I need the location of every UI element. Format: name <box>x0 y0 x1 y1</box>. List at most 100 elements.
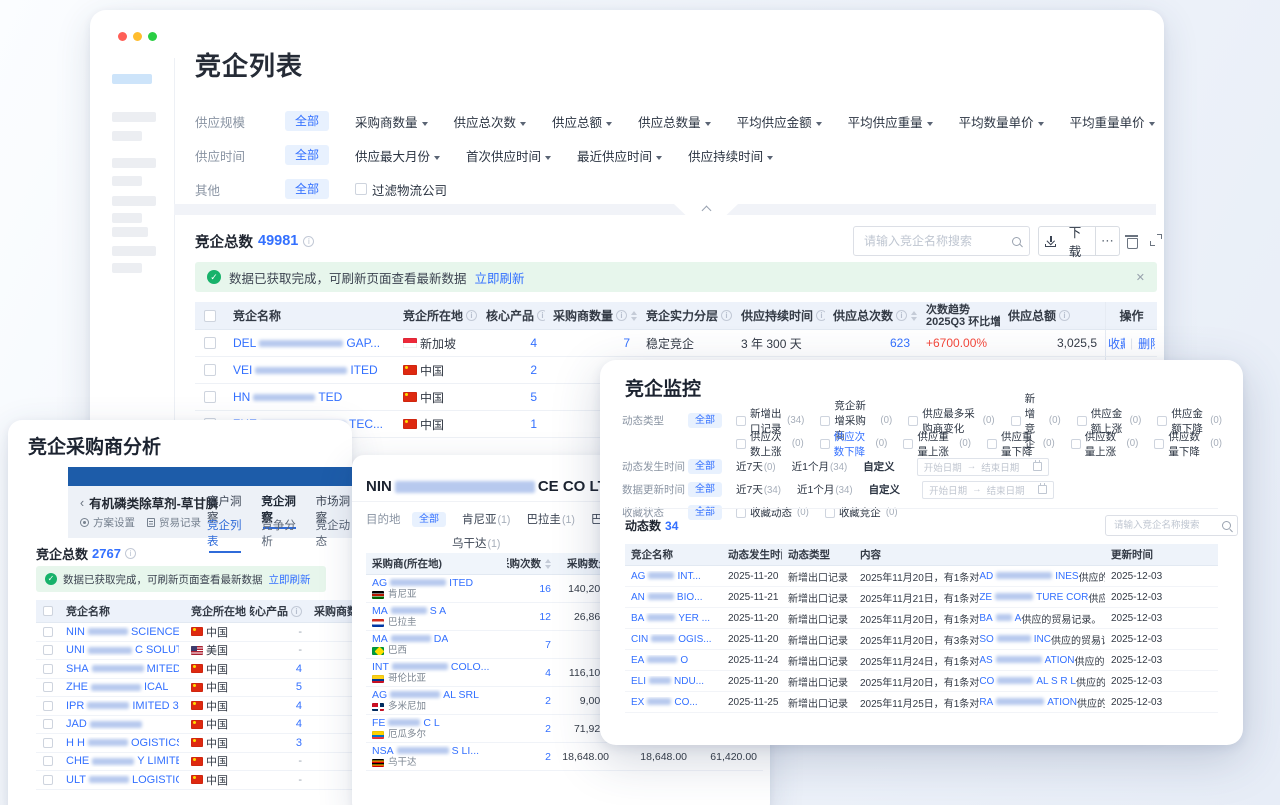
close-window-button[interactable] <box>118 32 127 41</box>
filter-dropdown[interactable]: 采购商数量 <box>355 112 428 131</box>
sidebar-item-active[interactable] <box>112 74 152 84</box>
company-name-link[interactable]: AGINT... <box>631 571 701 582</box>
close-banner-icon[interactable] <box>1136 270 1145 284</box>
content-company-link[interactable]: BAA <box>979 613 1021 624</box>
filter-chip-all[interactable]: 全部 <box>688 459 722 474</box>
filter-chip-all[interactable]: 全部 <box>285 179 329 199</box>
purchase-times[interactable]: 7 <box>545 639 551 651</box>
core-products-count[interactable]: 4 <box>530 336 537 350</box>
filter-dropdown[interactable]: 最近供应时间 <box>577 146 662 165</box>
company-name-link[interactable]: NINSCIENCE C... <box>66 626 179 638</box>
purchase-times[interactable]: 2 <box>545 723 551 735</box>
company-name-link[interactable]: EAO <box>631 655 688 666</box>
collapse-filters-button[interactable] <box>674 204 738 215</box>
company-name-link[interactable]: CHEY LIMITED <box>66 755 179 767</box>
filter-checkbox-供应重量下降[interactable]: 供应重量下降(0) <box>987 429 1055 459</box>
purchaser-name-link[interactable]: AGITED <box>372 577 473 589</box>
destination-option[interactable]: 肯尼亚(1) <box>462 511 510 527</box>
company-name-link[interactable]: JAD <box>66 718 145 730</box>
purchaser-name-link[interactable]: NSAS LI... <box>372 745 479 757</box>
fullscreen-icon[interactable] <box>1150 234 1162 246</box>
core-products-count[interactable]: 3 <box>296 737 302 749</box>
info-icon[interactable] <box>1059 310 1070 321</box>
row-checkbox[interactable] <box>43 775 53 785</box>
company-name-link[interactable]: ELINDU... <box>631 676 704 687</box>
trash-icon[interactable] <box>1126 234 1137 247</box>
download-more-button[interactable] <box>1096 226 1120 256</box>
filter-chip-all[interactable]: 全部 <box>688 482 722 497</box>
company-name-link[interactable]: SHAMITED <box>66 663 179 675</box>
info-icon[interactable] <box>537 310 545 321</box>
content-company-link[interactable]: ZETURE COR <box>979 592 1088 603</box>
filter-dropdown[interactable]: 首次供应时间 <box>466 146 551 165</box>
filter-dropdown[interactable]: 供应持续时间 <box>688 146 773 165</box>
info-icon[interactable] <box>896 310 907 321</box>
filter-dropdown[interactable]: 供应最大月份 <box>355 146 440 165</box>
purchase-times[interactable]: 12 <box>539 611 551 623</box>
filter-checkbox-供应次数上涨[interactable]: 供应次数上涨(0) <box>736 429 804 459</box>
filter-dropdown[interactable]: 平均重量单价 <box>1070 112 1155 131</box>
core-products-count[interactable]: 5 <box>530 390 537 404</box>
destination-option[interactable]: 乌干达(1) <box>452 535 500 551</box>
select-all-checkbox[interactable] <box>43 606 53 616</box>
company-name-link[interactable]: ANBIO... <box>631 592 702 603</box>
back-chevron-icon[interactable]: ‹ <box>80 496 84 510</box>
info-icon[interactable] <box>816 310 825 321</box>
scheme-settings-button[interactable]: 方案设置 <box>80 515 135 530</box>
subtab-竞企列表[interactable]: 竞企列表 <box>207 517 243 553</box>
company-name-link[interactable]: ULTLOGISTICS ... <box>66 774 179 786</box>
core-products-count[interactable]: 4 <box>296 700 302 712</box>
row-checkbox[interactable] <box>43 682 53 692</box>
sort-icon[interactable] <box>911 311 917 321</box>
zoom-window-button[interactable] <box>148 32 157 41</box>
row-checkbox[interactable] <box>43 756 53 766</box>
filter-dropdown[interactable]: 平均数量单价 <box>959 112 1044 131</box>
content-company-link[interactable]: ASATION <box>979 655 1074 666</box>
purchaser-name-link[interactable]: INTCOLO... <box>372 661 489 673</box>
company-name-link[interactable]: BAYER ... <box>631 613 710 624</box>
filter-dropdown[interactable]: 平均供应金额 <box>737 112 822 131</box>
row-checkbox[interactable] <box>43 627 53 637</box>
search-icon[interactable] <box>1012 237 1021 246</box>
filter-checkbox-供应数量下降[interactable]: 供应数量下降(0) <box>1154 429 1222 459</box>
filter-checkbox-供应次数下降[interactable]: 供应次数下降(0) <box>820 429 888 459</box>
info-icon[interactable] <box>291 606 302 617</box>
subtab-竞争分析[interactable]: 竞争分析 <box>261 517 297 553</box>
core-products-count[interactable]: 5 <box>296 681 302 693</box>
row-checkbox[interactable] <box>43 738 53 748</box>
core-products-count[interactable]: 4 <box>296 663 302 675</box>
date-range-input[interactable]: 开始日期→结束日期 <box>922 481 1054 499</box>
destination-option[interactable]: 巴拉圭(1) <box>526 511 574 527</box>
favorite-link[interactable]: 收藏 <box>1108 335 1125 352</box>
content-company-link[interactable]: RAATION <box>979 697 1077 708</box>
core-products-count[interactable]: 2 <box>530 363 537 377</box>
filter-dropdown[interactable]: 供应总次数 <box>454 112 527 131</box>
time-option[interactable]: 近7天(34) <box>736 482 781 497</box>
purchaser-name-link[interactable]: MAS A <box>372 605 446 617</box>
refresh-now-link[interactable]: 立即刷新 <box>475 268 525 287</box>
info-icon[interactable] <box>466 310 477 321</box>
sort-icon[interactable] <box>631 311 637 321</box>
time-option[interactable]: 近1个月(34) <box>797 482 853 497</box>
subtab-竞企动态[interactable]: 竞企动态 <box>316 517 352 553</box>
filter-chip-all[interactable]: 全部 <box>285 145 329 165</box>
purchase-times[interactable]: 2 <box>545 751 551 763</box>
company-name-link[interactable]: HNTED <box>233 390 342 404</box>
filter-dropdown[interactable]: 供应总额 <box>552 112 612 131</box>
company-name-link[interactable]: ZHEICAL <box>66 681 168 693</box>
row-checkbox[interactable] <box>43 719 53 729</box>
info-icon[interactable] <box>616 310 627 321</box>
time-option[interactable]: 近7天(0) <box>736 459 776 474</box>
company-name-link[interactable]: IPRIMITED 35... <box>66 700 179 712</box>
purchase-times[interactable]: 16 <box>539 583 551 595</box>
content-company-link[interactable]: COAL S R L <box>979 676 1076 687</box>
trade-records-button[interactable]: 贸易记录 <box>147 515 201 530</box>
time-option[interactable]: 近1个月(34) <box>792 459 848 474</box>
search-input[interactable] <box>862 233 1012 249</box>
content-company-link[interactable]: ADINES <box>979 571 1078 582</box>
date-range-input[interactable]: 开始日期→结束日期 <box>917 458 1049 476</box>
purchaser-name-link[interactable]: MADA <box>372 633 448 645</box>
content-company-link[interactable]: SOINC <box>979 634 1051 645</box>
supply-times[interactable]: 623 <box>890 336 910 350</box>
filter-checkbox-供应数量上涨[interactable]: 供应数量上涨(0) <box>1071 429 1139 459</box>
